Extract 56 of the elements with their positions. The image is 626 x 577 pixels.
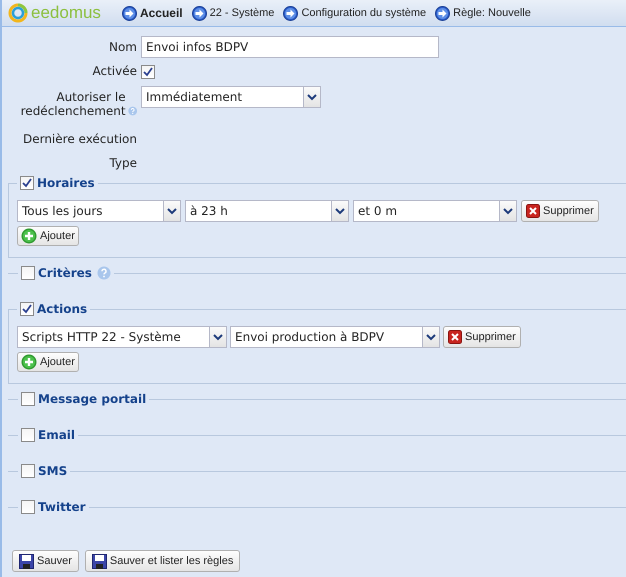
button[interactable]: Supprimer — [443, 326, 521, 348]
breadcrumb-link[interactable]: Accueil — [122, 6, 183, 20]
caret-icon — [503, 208, 513, 214]
checkbox[interactable] — [20, 176, 34, 190]
dropdown[interactable]: Envoi production à BDPV — [230, 326, 440, 348]
button[interactable]: Ajouter — [17, 226, 79, 246]
button[interactable]: Ajouter — [17, 352, 79, 372]
logo-icon — [8, 3, 28, 23]
caret-icon — [213, 334, 223, 340]
delete-icon — [526, 204, 540, 218]
button[interactable]: Sauver — [12, 550, 79, 572]
breadcrumb-link[interactable]: 22 - Système — [192, 6, 274, 20]
button[interactable]: Sauver et lister les règles — [84, 550, 240, 572]
checkbox[interactable] — [21, 500, 35, 514]
button[interactable]: Supprimer — [521, 200, 599, 222]
checkbox[interactable] — [21, 392, 35, 406]
section-title: Critères — [38, 266, 92, 280]
plus-icon — [21, 228, 37, 244]
section-title: Horaires — [37, 176, 95, 190]
checkmark-icon — [142, 66, 154, 78]
field-label: Dernière exécution — [22, 132, 137, 146]
checkbox[interactable] — [21, 464, 35, 478]
checkmark-icon — [21, 303, 33, 315]
dropdown[interactable]: Tous les jours — [17, 200, 181, 222]
arrow-icon — [435, 6, 450, 20]
breadcrumb-link[interactable]: Règle: Nouvelle — [435, 6, 531, 20]
checkmark-icon — [21, 177, 33, 189]
section-title: Message portail — [38, 392, 146, 406]
breadcrumb-link[interactable]: Configuration du système — [283, 6, 426, 20]
caret-icon — [335, 208, 345, 214]
arrow-icon — [122, 6, 137, 20]
caret-icon — [167, 208, 177, 214]
dropdown[interactable]: et 0 m — [353, 200, 517, 222]
checkbox[interactable] — [21, 266, 35, 280]
delete-icon — [448, 330, 462, 344]
section-title: Email — [38, 428, 76, 442]
dropdown[interactable]: Immédiatement — [141, 86, 321, 108]
arrow-icon — [283, 6, 298, 20]
section-title: Actions — [37, 302, 88, 316]
checkbox[interactable] — [21, 428, 35, 442]
field-label: Type — [109, 156, 137, 170]
plus-icon — [21, 354, 37, 370]
text-field[interactable]: Envoi infos BDPV — [141, 36, 439, 58]
checkbox[interactable] — [20, 302, 34, 316]
dropdown[interactable]: à 23 h — [185, 200, 349, 222]
caret-icon — [426, 334, 436, 340]
section-title: Twitter — [38, 500, 86, 514]
field-label: Activée — [92, 64, 137, 78]
section-title: SMS — [38, 464, 68, 478]
checkbox[interactable] — [141, 64, 155, 79]
caret-icon — [307, 94, 317, 100]
field-label: Nom — [108, 40, 137, 54]
arrow-icon — [192, 6, 207, 20]
logo-text: eedomus — [31, 3, 101, 23]
field-label: Autoriser le redéclenchement — [20, 90, 126, 118]
dropdown[interactable]: Scripts HTTP 22 - Système — [17, 326, 227, 348]
